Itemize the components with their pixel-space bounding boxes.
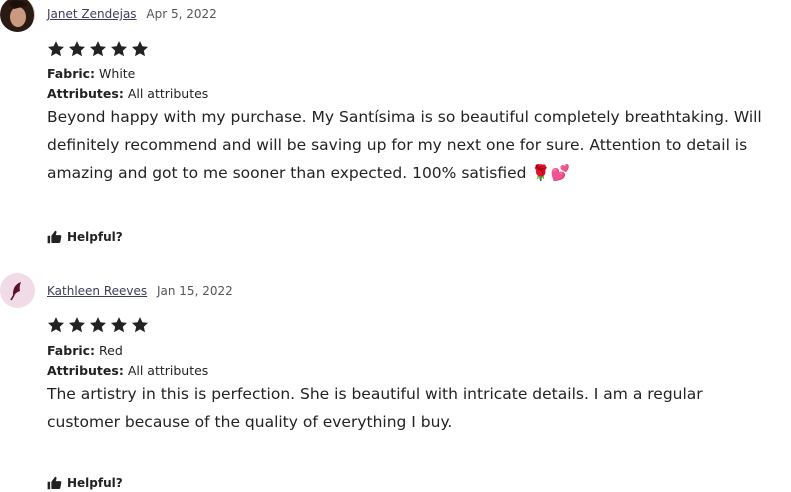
- star-icon: [68, 40, 86, 58]
- star-icon: [68, 316, 86, 334]
- attribute-key: Fabric:: [47, 343, 96, 358]
- review-date: Apr 5, 2022: [146, 7, 217, 21]
- star-rating: [47, 40, 149, 58]
- helpful-button[interactable]: Helpful?: [47, 228, 123, 246]
- star-icon: [89, 316, 107, 334]
- attribute-value: All attributes: [127, 363, 209, 378]
- attribute-key: Attributes:: [47, 363, 124, 378]
- attribute-key: Fabric:: [47, 66, 96, 81]
- star-icon: [47, 316, 65, 334]
- review-date: Jan 15, 2022: [156, 284, 233, 298]
- reviewer-name[interactable]: Janet Zendejas: [47, 7, 137, 21]
- attribute-key: Attributes:: [47, 86, 124, 101]
- star-rating: [47, 316, 149, 334]
- star-icon: [47, 40, 65, 58]
- star-icon: [110, 316, 128, 334]
- star-icon: [89, 40, 107, 58]
- reviewer-initial-icon: [0, 273, 35, 308]
- avatar[interactable]: [0, 0, 35, 32]
- avatar[interactable]: [0, 273, 35, 308]
- attribute-value: White: [99, 66, 136, 81]
- attribute-attributes: Attributes: All attributes: [47, 85, 208, 103]
- star-icon: [110, 40, 128, 58]
- attribute-attributes: Attributes: All attributes: [47, 362, 208, 380]
- star-icon: [131, 316, 149, 334]
- thumbs-up-icon: [47, 230, 62, 244]
- attribute-value: All attributes: [127, 86, 209, 101]
- star-icon: [131, 40, 149, 58]
- helpful-label: Helpful?: [67, 476, 123, 490]
- review-text: The artistry in this is perfection. She …: [47, 385, 703, 431]
- attribute-fabric: Fabric: Red: [47, 342, 123, 360]
- review-meta: Kathleen Reeves Jan 15, 2022: [47, 283, 233, 299]
- helpful-button[interactable]: Helpful?: [47, 474, 123, 492]
- review-text: Beyond happy with my purchase. My Santís…: [47, 108, 762, 182]
- helpful-label: Helpful?: [67, 230, 123, 244]
- review-meta: Janet Zendejas Apr 5, 2022: [47, 6, 217, 22]
- reviewer-photo-icon: [0, 0, 35, 32]
- reviewer-name[interactable]: Kathleen Reeves: [47, 284, 147, 298]
- attribute-fabric: Fabric: White: [47, 65, 135, 83]
- attribute-value: Red: [99, 343, 123, 358]
- thumbs-up-icon: [47, 476, 62, 490]
